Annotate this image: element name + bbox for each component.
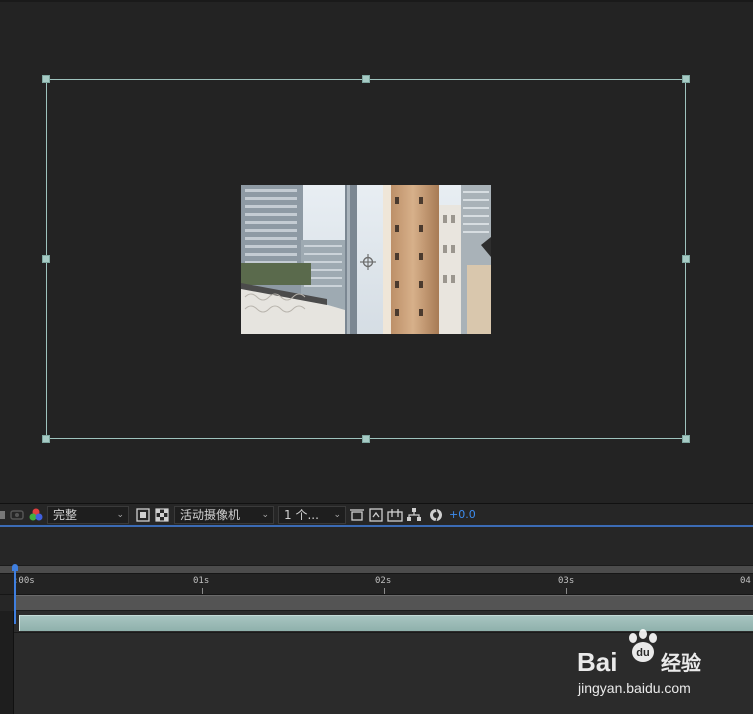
composition-viewer[interactable]: [0, 0, 753, 503]
handle-bottom-center[interactable]: [362, 435, 370, 443]
handle-top-center[interactable]: [362, 75, 370, 83]
snapshot-icon[interactable]: [0, 507, 6, 523]
fast-previews-icon[interactable]: [368, 507, 384, 523]
ruler-label-2: 02s: [375, 576, 392, 586]
chevron-down-icon: ⌄: [116, 509, 124, 520]
handle-middle-left[interactable]: [42, 255, 50, 263]
transparency-grid-icon[interactable]: [154, 507, 170, 523]
watermark-brand: Bai: [577, 647, 617, 677]
camera-value: 活动摄像机: [180, 508, 241, 522]
ruler-label-3: 03s: [558, 576, 575, 586]
ruler-label-1: 01s: [193, 576, 210, 586]
svg-text:du: du: [636, 647, 649, 659]
handle-top-right[interactable]: [682, 75, 690, 83]
time-ruler[interactable]: :00s 01s 02s 03s 04: [0, 573, 753, 595]
exposure-value[interactable]: +0.0: [449, 508, 476, 521]
handle-bottom-right[interactable]: [682, 435, 690, 443]
reset-exposure-icon[interactable]: [428, 507, 444, 523]
ruler-tick: [202, 588, 203, 594]
views-select[interactable]: 1 个... ⌄: [278, 505, 346, 524]
ruler-label-4: 04: [740, 576, 751, 586]
time-navigator-bar[interactable]: [14, 595, 753, 611]
resolution-value: 完整: [53, 508, 78, 522]
timeline-left-gutter: [0, 611, 14, 714]
camera-select[interactable]: 活动摄像机 ⌄: [174, 505, 274, 524]
ruler-label-0: :00s: [13, 576, 35, 586]
region-of-interest-icon[interactable]: [135, 507, 151, 523]
playhead-line: [14, 571, 16, 624]
watermark-url: jingyan.baidu.com: [577, 680, 691, 696]
ruler-tick: [384, 588, 385, 594]
handle-middle-right[interactable]: [682, 255, 690, 263]
handle-top-left[interactable]: [42, 75, 50, 83]
show-snapshot-icon[interactable]: [9, 507, 25, 523]
playhead-handle[interactable]: [12, 564, 18, 571]
baidu-jingyan-watermark: du Bai 经验 jingyan.baidu.com: [575, 628, 745, 700]
anchor-point-icon[interactable]: [360, 254, 376, 270]
watermark-brand-suffix: 经验: [661, 651, 701, 675]
baidu-logo: du Bai 经验 jingyan.baidu.com: [577, 629, 701, 696]
handle-bottom-left[interactable]: [42, 435, 50, 443]
work-area-bar[interactable]: [0, 565, 753, 573]
viewer-toolbar: 完整 ⌄ 活动摄像机 ⌄ 1 个... ⌄ +0.0: [0, 503, 753, 527]
toggle-pixel-aspect-icon[interactable]: [349, 507, 365, 523]
resolution-select[interactable]: 完整 ⌄: [47, 505, 129, 524]
flowchart-icon[interactable]: [406, 507, 422, 523]
chevron-down-icon: ⌄: [333, 509, 341, 520]
ruler-tick: [566, 588, 567, 594]
chevron-down-icon: ⌄: [261, 509, 269, 520]
timeline-icon[interactable]: [387, 507, 403, 523]
views-value: 1 个...: [284, 508, 319, 522]
color-channels-icon[interactable]: [28, 507, 44, 523]
playhead[interactable]: [12, 564, 18, 624]
